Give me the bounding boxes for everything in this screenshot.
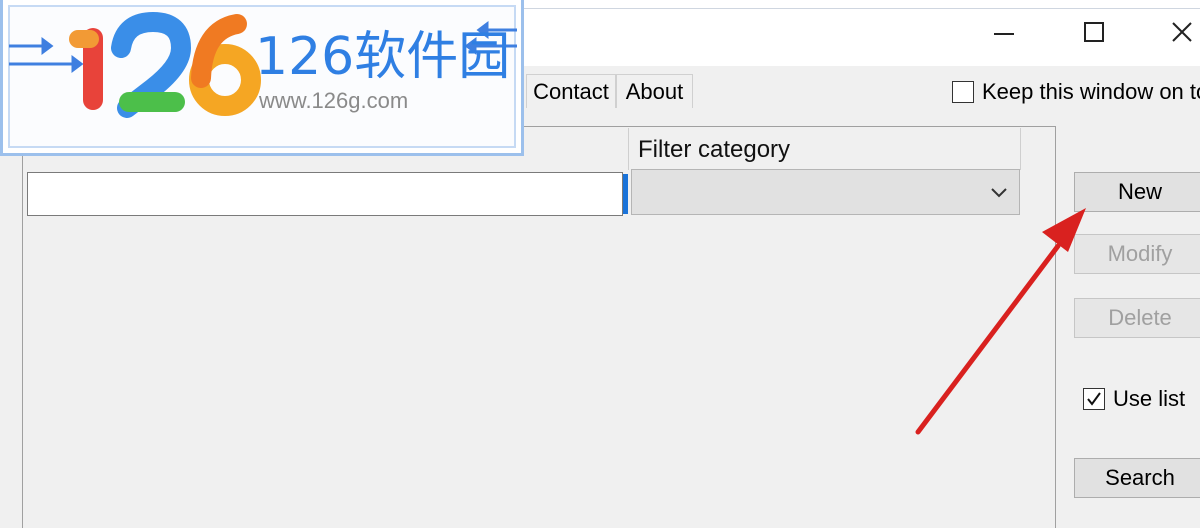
- filter-category-header: Filter category: [638, 136, 791, 163]
- watermark-logo-text: 126软件园: [255, 27, 511, 87]
- tab-contact[interactable]: Contact: [526, 74, 616, 108]
- filter-category-dropdown[interactable]: [631, 169, 1020, 215]
- keep-on-top-label: Keep this window on to: [982, 79, 1200, 104]
- checkbox-box[interactable]: [1083, 388, 1105, 410]
- minimize-icon: [994, 33, 1014, 35]
- title-bar-strip: [520, 0, 1200, 9]
- tab-about[interactable]: About: [616, 74, 693, 108]
- tab-label: About: [625, 78, 684, 104]
- keep-on-top-checkbox[interactable]: Keep this window on to: [952, 78, 1200, 106]
- chevron-down-icon: [989, 182, 1009, 207]
- delete-button-label: Delete: [1108, 305, 1172, 330]
- watermark-url: www.126g.com: [259, 88, 409, 113]
- search-button-label: Search: [1105, 465, 1175, 490]
- header-separator: [1020, 128, 1021, 170]
- use-list-label: Use list: [1113, 386, 1186, 411]
- modify-button-label: Modify: [1107, 241, 1173, 266]
- search-button[interactable]: Search: [1074, 458, 1200, 498]
- maximize-button[interactable]: [1070, 12, 1118, 52]
- header-separator: [628, 128, 629, 170]
- close-icon: [1172, 22, 1192, 42]
- checkmark-icon: [1087, 392, 1101, 406]
- modify-button[interactable]: Modify: [1074, 234, 1200, 274]
- keyword-input[interactable]: [27, 172, 623, 216]
- input-focus-marker: [623, 174, 628, 214]
- use-list-checkbox[interactable]: Use list: [1083, 386, 1185, 412]
- new-button[interactable]: New: [1074, 172, 1200, 212]
- close-button[interactable]: [1158, 12, 1200, 52]
- watermark-logo: 126软件园 www.126g.com: [0, 0, 524, 156]
- delete-button[interactable]: Delete: [1074, 298, 1200, 338]
- minimize-button[interactable]: [980, 12, 1028, 52]
- new-button-label: New: [1117, 179, 1162, 204]
- maximize-icon: [1084, 22, 1104, 42]
- checkbox-box[interactable]: [952, 81, 974, 103]
- tab-label: Contact: [533, 78, 609, 104]
